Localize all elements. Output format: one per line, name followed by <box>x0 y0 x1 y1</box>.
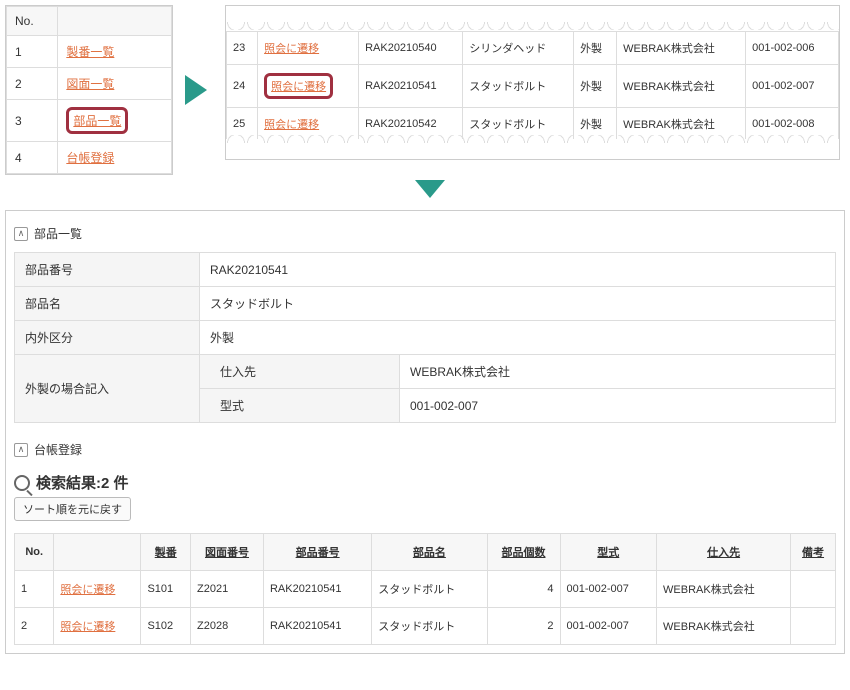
vendor: WEBRAK株式会社 <box>617 65 746 108</box>
menu-row: 1 製番一覧 <box>7 36 172 68</box>
cell-part-no: RAK20210541 <box>263 571 371 608</box>
section-ledger[interactable]: ∧ 台帳登録 <box>14 435 836 464</box>
cell-model: 001-002-007 <box>560 608 657 645</box>
part-no: RAK20210540 <box>359 32 463 65</box>
cell-part-no: RAK20210541 <box>263 608 371 645</box>
cell-no: 1 <box>15 571 54 608</box>
col-model[interactable]: 型式 <box>597 547 619 559</box>
wavy-edge-top <box>226 6 839 26</box>
cell-part-name: スタッドボルト <box>372 608 487 645</box>
part-name: シリンダヘッド <box>463 32 574 65</box>
table-row: 24 照会に遷移 RAK20210541 スタッドボルト 外製 WEBRAK株式… <box>227 65 839 108</box>
menu-header-no: No. <box>7 7 58 36</box>
table-row: 1 照会に遷移 S101 Z2021 RAK20210541 スタッドボルト 4… <box>15 571 836 608</box>
value-model: 001-002-007 <box>400 389 836 423</box>
section-parts-list[interactable]: ∧ 部品一覧 <box>14 219 836 248</box>
part-name: スタッドボルト <box>463 65 574 108</box>
cell-remarks <box>791 571 836 608</box>
col-link <box>54 534 141 571</box>
menu-row: 2 図面一覧 <box>7 68 172 100</box>
inquiry-link[interactable]: 照会に遷移 <box>264 43 319 55</box>
value-vendor: WEBRAK株式会社 <box>400 355 836 389</box>
menu-no: 4 <box>7 142 58 174</box>
col-zumen[interactable]: 図面番号 <box>205 547 249 559</box>
model: 001-002-006 <box>746 32 839 65</box>
search-result-count: 検索結果:2 件 <box>36 472 129 493</box>
menu-no: 3 <box>7 100 58 142</box>
value-part-no: RAK20210541 <box>200 253 836 287</box>
menu-row: 4 台帳登録 <box>7 142 172 174</box>
menu-link-seiban[interactable]: 製番一覧 <box>66 45 114 59</box>
list-panel: 23 照会に遷移 RAK20210540 シリンダヘッド 外製 WEBRAK株式… <box>225 5 840 160</box>
inquiry-link[interactable]: 照会に遷移 <box>264 119 319 131</box>
menu-link-daicho[interactable]: 台帳登録 <box>66 151 114 165</box>
detail-table: 部品番号 RAK20210541 部品名 スタッドボルト 内外区分 外製 外製の… <box>14 252 836 423</box>
wavy-edge-bottom <box>226 139 839 159</box>
menu-header-blank <box>58 7 172 36</box>
menu-highlight: 部品一覧 <box>66 107 128 134</box>
cell-seiban: S101 <box>141 571 191 608</box>
cell-part-name: スタッドボルト <box>372 571 487 608</box>
col-vendor[interactable]: 仕入先 <box>707 547 740 559</box>
col-part-no[interactable]: 部品番号 <box>296 547 340 559</box>
cell-zumen: Z2028 <box>191 608 264 645</box>
cell-remarks <box>791 608 836 645</box>
link-highlight: 照会に遷移 <box>264 73 333 99</box>
section-title: 台帳登録 <box>34 441 82 458</box>
label-vendor: 仕入先 <box>200 355 400 389</box>
menu-link-buhin[interactable]: 部品一覧 <box>73 114 121 128</box>
cell-qty: 4 <box>487 571 560 608</box>
menu-row: 3 部品一覧 <box>7 100 172 142</box>
label-model: 型式 <box>200 389 400 423</box>
col-remarks[interactable]: 備考 <box>802 547 824 559</box>
table-row: 2 照会に遷移 S102 Z2028 RAK20210541 スタッドボルト 2… <box>15 608 836 645</box>
row-no: 23 <box>227 32 258 65</box>
section-title: 部品一覧 <box>34 225 82 242</box>
cell-vendor: WEBRAK株式会社 <box>657 571 791 608</box>
label-part-name: 部品名 <box>15 287 200 321</box>
detail-panel: ∧ 部品一覧 部品番号 RAK20210541 部品名 スタッドボルト 内外区分… <box>5 210 845 654</box>
parts-list-table: 23 照会に遷移 RAK20210540 シリンダヘッド 外製 WEBRAK株式… <box>226 31 839 141</box>
row-no: 24 <box>227 65 258 108</box>
col-no: No. <box>15 534 54 571</box>
value-part-name: スタッドボルト <box>200 287 836 321</box>
inquiry-link[interactable]: 照会に遷移 <box>60 584 115 596</box>
vendor: WEBRAK株式会社 <box>617 32 746 65</box>
menu-no: 1 <box>7 36 58 68</box>
reset-sort-button[interactable]: ソート順を元に戻す <box>14 497 131 521</box>
label-part-no: 部品番号 <box>15 253 200 287</box>
menu-no: 2 <box>7 68 58 100</box>
chevron-up-icon: ∧ <box>14 443 28 457</box>
cell-model: 001-002-007 <box>560 571 657 608</box>
search-icon <box>14 475 30 491</box>
search-result-header: 検索結果:2 件 <box>14 464 836 497</box>
menu-table: No. 1 製番一覧 2 図面一覧 3 部品一覧 4 台帳登録 <box>6 6 172 174</box>
col-seiban[interactable]: 製番 <box>155 547 177 559</box>
cell-seiban: S102 <box>141 608 191 645</box>
label-category: 内外区分 <box>15 321 200 355</box>
label-external-note: 外製の場合記入 <box>15 355 200 423</box>
arrow-down-icon <box>415 180 445 198</box>
result-table: No. 製番 図面番号 部品番号 部品名 部品個数 型式 仕入先 備考 1 照会… <box>14 533 836 645</box>
category: 外製 <box>574 32 617 65</box>
inquiry-link[interactable]: 照会に遷移 <box>60 621 115 633</box>
cell-no: 2 <box>15 608 54 645</box>
inquiry-link[interactable]: 照会に遷移 <box>271 81 326 93</box>
menu-link-zumen[interactable]: 図面一覧 <box>66 77 114 91</box>
menu-panel: No. 1 製番一覧 2 図面一覧 3 部品一覧 4 台帳登録 <box>5 5 173 175</box>
table-row: 23 照会に遷移 RAK20210540 シリンダヘッド 外製 WEBRAK株式… <box>227 32 839 65</box>
value-category: 外製 <box>200 321 836 355</box>
part-no: RAK20210541 <box>359 65 463 108</box>
cell-vendor: WEBRAK株式会社 <box>657 608 791 645</box>
col-part-name[interactable]: 部品名 <box>413 547 446 559</box>
col-qty[interactable]: 部品個数 <box>502 547 546 559</box>
model: 001-002-007 <box>746 65 839 108</box>
arrow-right-icon <box>185 75 207 105</box>
category: 外製 <box>574 65 617 108</box>
cell-qty: 2 <box>487 608 560 645</box>
cell-zumen: Z2021 <box>191 571 264 608</box>
chevron-up-icon: ∧ <box>14 227 28 241</box>
